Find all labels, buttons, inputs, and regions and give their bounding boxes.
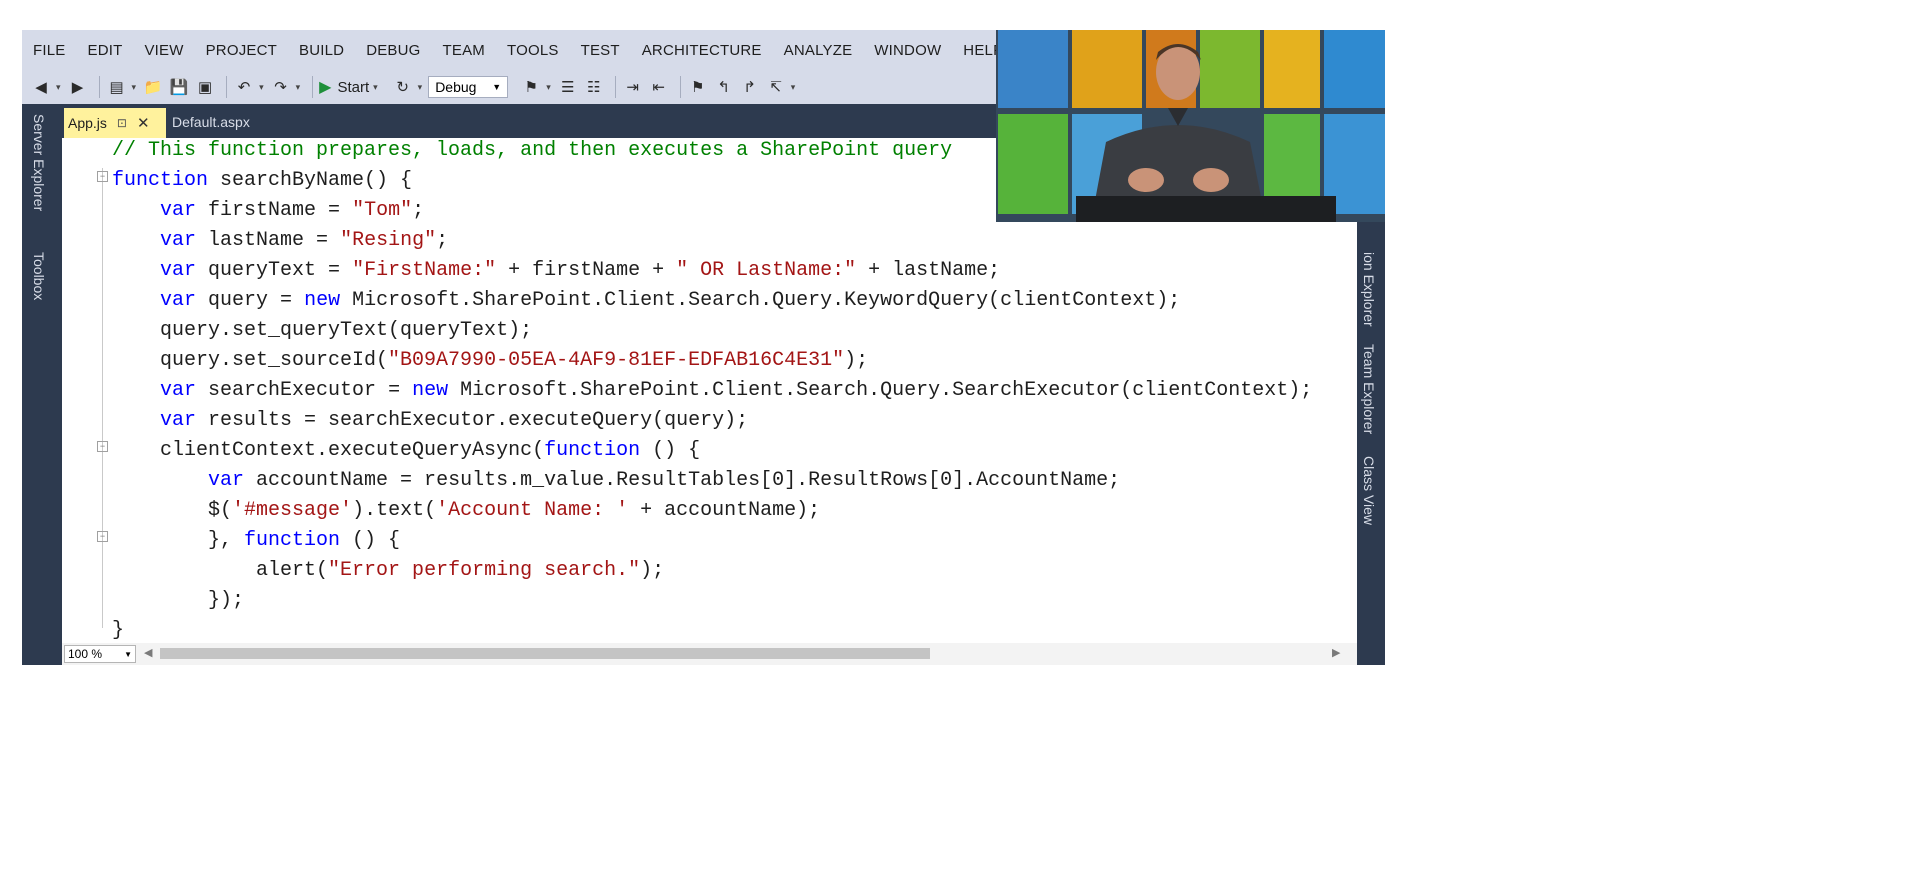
- tab-default-aspx[interactable]: Default.aspx: [172, 114, 250, 130]
- uncomment-icon[interactable]: ☷: [583, 76, 605, 98]
- class-view-tab[interactable]: Class View: [1361, 456, 1377, 525]
- refresh-icon[interactable]: ↻: [392, 76, 414, 98]
- scroll-right-icon[interactable]: ▶: [1332, 646, 1340, 659]
- code-line[interactable]: clientContext.executeQueryAsync(function…: [112, 439, 700, 462]
- close-icon[interactable]: ✕: [137, 114, 150, 132]
- menu-debug[interactable]: DEBUG: [355, 42, 431, 59]
- find-dropdown-icon[interactable]: ▾: [546, 82, 551, 93]
- menu-analyze[interactable]: ANALYZE: [773, 42, 864, 59]
- undo-icon[interactable]: ↶: [233, 76, 255, 98]
- chevron-down-icon: ▼: [492, 82, 502, 92]
- code-line[interactable]: function searchByName() {: [112, 169, 412, 192]
- back-dropdown-icon[interactable]: ▾: [56, 82, 61, 93]
- zoom-level-select[interactable]: 100 % ▼: [64, 645, 136, 663]
- menu-edit[interactable]: EDIT: [76, 42, 133, 59]
- left-tool-window-strip: Server Explorer Toolbox: [22, 104, 62, 665]
- code-line[interactable]: }: [112, 619, 124, 642]
- code-line[interactable]: var query = new Microsoft.SharePoint.Cli…: [112, 289, 1180, 312]
- presenter-video-image: [996, 30, 1385, 222]
- code-line[interactable]: query.set_sourceId("B09A7990-05EA-4AF9-8…: [112, 349, 868, 372]
- code-line[interactable]: query.set_queryText(queryText);: [112, 319, 532, 342]
- undo-dropdown-icon[interactable]: ▾: [259, 82, 264, 93]
- tab-app-js[interactable]: App.js ⊡ ✕: [64, 108, 166, 138]
- toolbar-separator: [226, 76, 228, 98]
- code-line[interactable]: var firstName = "Tom";: [112, 199, 424, 222]
- solution-configuration-select[interactable]: Debug ▼: [428, 76, 509, 98]
- menu-build[interactable]: BUILD: [288, 42, 355, 59]
- server-explorer-tab[interactable]: Server Explorer: [31, 114, 47, 211]
- toolbar-separator: [312, 76, 314, 98]
- comment-out-icon[interactable]: ☰: [557, 76, 579, 98]
- bookmark-icon[interactable]: ⚑: [687, 76, 709, 98]
- save-icon[interactable]: 💾: [168, 76, 190, 98]
- collapse-region-icon[interactable]: −: [97, 441, 108, 452]
- next-bookmark-icon[interactable]: ↱: [739, 76, 761, 98]
- zoom-value: 100 %: [68, 647, 103, 661]
- toolbar-separator: [98, 76, 100, 98]
- toolbar-separator: [679, 76, 681, 98]
- menu-team[interactable]: TEAM: [432, 42, 496, 59]
- code-line[interactable]: $('#message').text('Account Name: ' + ac…: [112, 499, 820, 522]
- toolbar-separator: [614, 76, 616, 98]
- start-debugging-button[interactable]: ▶ Start ▾: [319, 77, 384, 97]
- code-line[interactable]: }, function () {: [112, 529, 400, 552]
- refresh-dropdown-icon[interactable]: ▾: [418, 82, 423, 93]
- redo-dropdown-icon[interactable]: ▾: [296, 82, 301, 93]
- new-project-icon[interactable]: ▤: [106, 76, 128, 98]
- chevron-down-icon: ▼: [124, 649, 132, 659]
- menu-test[interactable]: TEST: [570, 42, 631, 59]
- open-file-icon[interactable]: 📁: [142, 76, 164, 98]
- code-line[interactable]: var lastName = "Resing";: [112, 229, 448, 252]
- start-dropdown-icon: ▾: [373, 81, 378, 92]
- start-label: Start: [337, 78, 370, 96]
- code-line[interactable]: // This function prepares, loads, and th…: [112, 139, 952, 162]
- tab-label: App.js: [68, 115, 107, 131]
- menu-tools[interactable]: TOOLS: [496, 42, 570, 59]
- code-line[interactable]: alert("Error performing search.");: [112, 559, 664, 582]
- scroll-left-icon[interactable]: ◀: [144, 646, 152, 659]
- play-icon: ▶: [319, 79, 332, 96]
- menu-architecture[interactable]: ARCHITECTURE: [631, 42, 773, 59]
- navigate-forward-icon[interactable]: ▶: [67, 76, 89, 98]
- horizontal-scroll-thumb[interactable]: [160, 648, 930, 659]
- team-explorer-tab[interactable]: Team Explorer: [1361, 344, 1377, 434]
- clear-bookmarks-icon[interactable]: ↸: [765, 76, 787, 98]
- toolbox-tab[interactable]: Toolbox: [31, 252, 47, 300]
- new-project-dropdown-icon[interactable]: ▾: [132, 82, 137, 93]
- menu-window[interactable]: WINDOW: [863, 42, 952, 59]
- code-line[interactable]: });: [112, 589, 244, 612]
- solution-explorer-tab[interactable]: ion Explorer: [1361, 252, 1377, 327]
- menu-project[interactable]: PROJECT: [195, 42, 288, 59]
- code-line[interactable]: var searchExecutor = new Microsoft.Share…: [112, 379, 1312, 402]
- menu-file[interactable]: FILE: [22, 42, 76, 59]
- code-line[interactable]: var results = searchExecutor.executeQuer…: [112, 409, 748, 432]
- collapse-region-icon[interactable]: −: [97, 171, 108, 182]
- collapse-region-icon[interactable]: −: [97, 531, 108, 542]
- save-all-icon[interactable]: ▣: [194, 76, 216, 98]
- toolbar-overflow-icon[interactable]: ▾: [791, 82, 796, 93]
- indent-icon[interactable]: ⇥: [622, 76, 644, 98]
- editor-bottom-bar: 100 % ▼ ◀ ▶: [62, 643, 1357, 665]
- previous-bookmark-icon[interactable]: ↰: [713, 76, 735, 98]
- outdent-icon[interactable]: ⇤: [648, 76, 670, 98]
- pin-icon[interactable]: ⊡: [117, 116, 127, 130]
- outline-guide: [102, 168, 103, 628]
- menu-view[interactable]: VIEW: [133, 42, 194, 59]
- find-icon[interactable]: ⚑: [520, 76, 542, 98]
- presenter-video-inset: [996, 30, 1385, 222]
- configuration-value: Debug: [435, 79, 477, 95]
- navigate-back-icon[interactable]: ◀: [30, 76, 52, 98]
- redo-icon[interactable]: ↷: [270, 76, 292, 98]
- code-line[interactable]: var queryText = "FirstName:" + firstName…: [112, 259, 1000, 282]
- code-line[interactable]: var accountName = results.m_value.Result…: [112, 469, 1120, 492]
